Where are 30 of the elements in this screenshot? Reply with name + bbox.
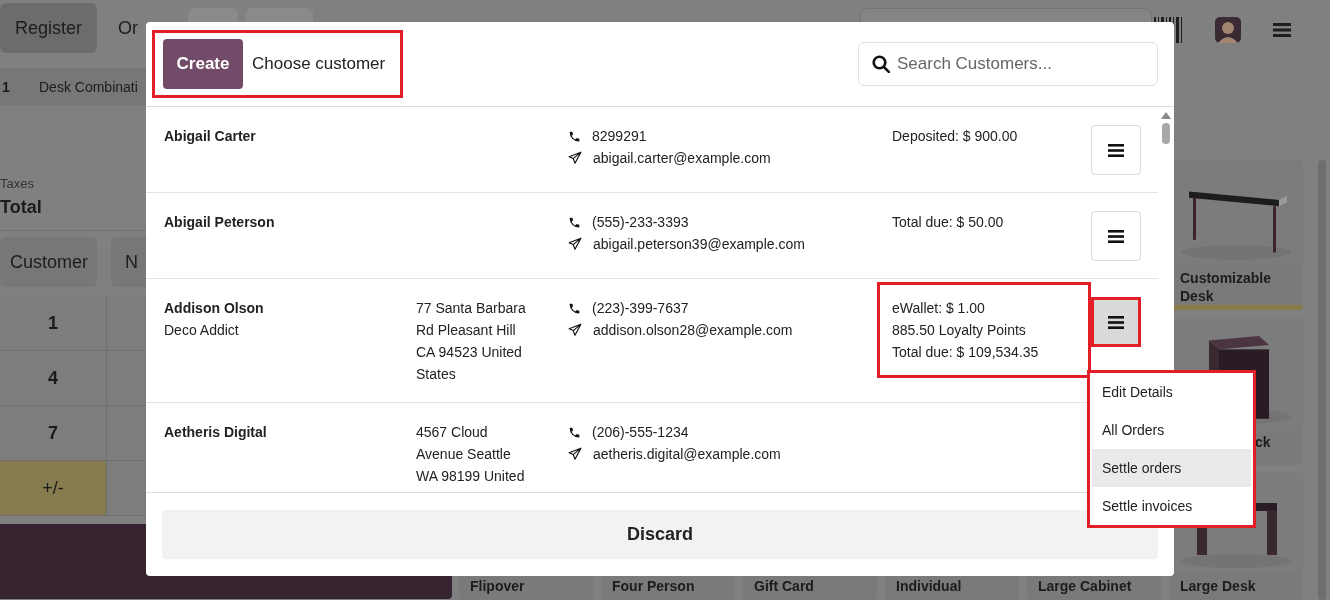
email-address: aetheris.digital@example.com xyxy=(593,445,781,464)
customer-name: Aetheris Digital xyxy=(164,423,268,442)
customer-address: 4567 Cloud Avenue Seattle WA 98199 United xyxy=(416,423,526,486)
taxes-label: Taxes xyxy=(0,176,35,191)
phone-number: (555)-233-3393 xyxy=(592,213,689,232)
product-name: Flipover xyxy=(469,577,526,595)
product-name: Gift Card xyxy=(753,577,815,595)
phone-number: 8299291 xyxy=(592,127,647,146)
email-address: abigail.carter@example.com xyxy=(593,149,771,168)
email-address: abigail.peterson39@example.com xyxy=(593,235,805,254)
order-product: Desk Combinati xyxy=(39,78,138,95)
phone-number: (206)-555-1234 xyxy=(592,423,689,442)
customer-name: Abigail Peterson xyxy=(164,213,276,232)
customer-address: 77 Santa Barbara Rd Pleasant Hill CA 94523 United States xyxy=(416,299,527,384)
product-name: ck xyxy=(1254,433,1272,451)
balance-info: eWallet: $ 1.00 885.50 Loyalty Points Total due: $ 109,534.35 xyxy=(892,299,1040,362)
customer-name: Addison Olson xyxy=(164,299,265,318)
email-address: addison.olson28@example.com xyxy=(593,321,793,340)
product-name: Four Person xyxy=(611,577,696,595)
dialog-title: Choose customer xyxy=(252,54,386,74)
phone-number: (223)-399-7637 xyxy=(592,299,689,318)
product-name: Customizable Desk xyxy=(1179,269,1272,305)
balance-info: Total due: $ 50.00 xyxy=(892,213,1005,232)
company-name: Deco Addict xyxy=(164,321,240,340)
product-name: Large Cabinet xyxy=(1037,577,1133,595)
product-name: Individual xyxy=(895,577,963,595)
product-name: Large Desk xyxy=(1179,577,1257,595)
customer-name: Abigail Carter xyxy=(164,127,257,146)
balance-info: Deposited: $ 900.00 xyxy=(892,127,1019,146)
order-quantity: 1 xyxy=(1,78,11,95)
